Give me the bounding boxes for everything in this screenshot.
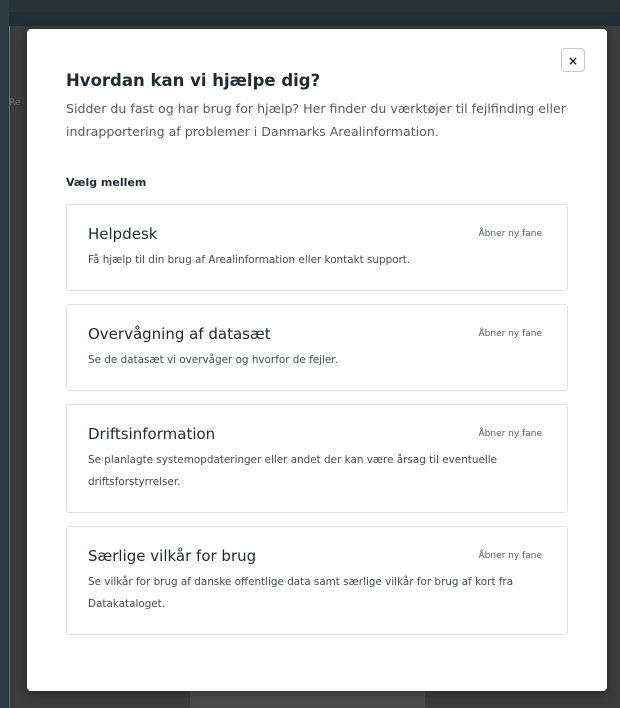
card-dataset-monitoring[interactable]: Overvågning af datasæt Åbner ny fane Se … xyxy=(66,304,568,391)
card-description: Se vilkår for brug af danske offentlige … xyxy=(88,576,514,610)
opens-new-tab-label: Åbner ny fane xyxy=(478,329,543,339)
background-text-stub: Re xyxy=(9,98,21,108)
card-title: Driftsinformation xyxy=(88,425,216,443)
card-title: Helpdesk xyxy=(88,225,158,243)
card-title: Overvågning af datasæt xyxy=(88,325,271,343)
background-tab xyxy=(190,690,425,708)
card-title: Særlige vilkår for brug xyxy=(88,547,257,565)
dialog-intro-text: Sidder du fast og har brug for hjælp? He… xyxy=(66,101,566,139)
card-terms-of-use[interactable]: Særlige vilkår for brug Åbner ny fane Se… xyxy=(66,526,568,635)
card-operations-info[interactable]: Driftsinformation Åbner ny fane Se planl… xyxy=(66,404,568,513)
card-helpdesk[interactable]: Helpdesk Åbner ny fane Få hjælp til din … xyxy=(66,204,568,291)
opens-new-tab-label: Åbner ny fane xyxy=(478,229,543,239)
card-description: Se planlagte systemopdateringer eller an… xyxy=(88,454,498,488)
help-dialog: × Hvordan kan vi hjælpe dig? Sidder du f… xyxy=(27,29,607,691)
card-description: Se de datasæt vi overvåger og hvorfor de… xyxy=(88,354,338,366)
opens-new-tab-label: Åbner ny fane xyxy=(478,551,543,561)
background-left-edge xyxy=(0,0,9,708)
dialog-title: Hvordan kan vi hjælpe dig? xyxy=(66,71,321,90)
choose-label: Vælg mellem xyxy=(66,176,147,189)
opens-new-tab-label: Åbner ny fane xyxy=(478,429,543,439)
card-description: Få hjælp til din brug af Arealinformatio… xyxy=(88,254,411,266)
background-header-bar xyxy=(9,12,620,26)
background-edge-line xyxy=(9,26,10,708)
close-button[interactable]: × xyxy=(561,48,585,72)
